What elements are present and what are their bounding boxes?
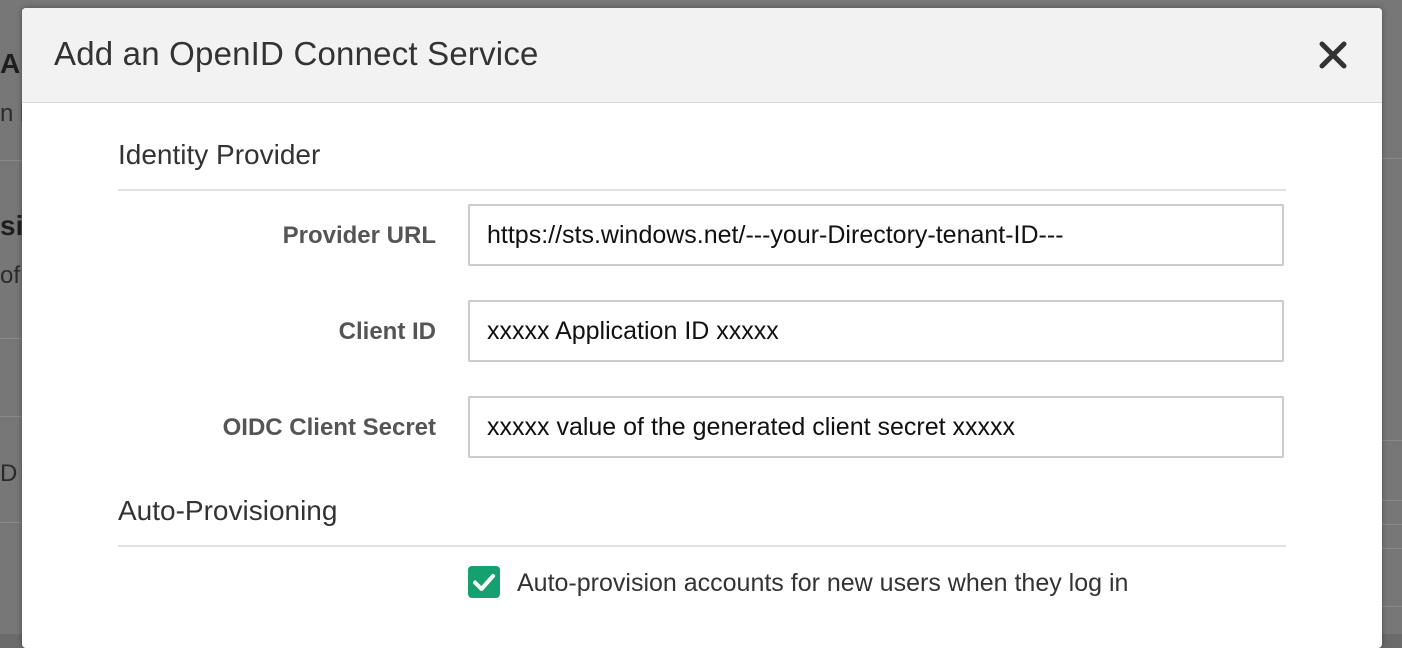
background-divider [0,160,22,161]
background-text: sig [0,210,22,241]
background-divider [1382,524,1402,525]
background-divider [0,522,22,523]
section-divider [118,545,1286,547]
client-id-input[interactable] [468,300,1284,362]
client-secret-input[interactable] [468,396,1284,458]
client-id-label: Client ID [338,318,436,345]
background-divider [0,338,22,339]
background-divider [1382,548,1402,549]
section-divider [118,189,1286,191]
background-text: n le [0,100,22,127]
background-text: Au [0,48,22,79]
modal-title: Add an OpenID Connect Service [54,35,539,72]
background-divider [1382,158,1402,159]
identity-provider-heading: Identity Provider [118,139,321,170]
close-icon [1319,41,1347,69]
auto-provision-label[interactable]: Auto-provision accounts for new users wh… [517,569,1128,598]
background-text: D S [0,460,22,487]
background-divider [0,416,22,417]
openid-connect-modal: Add an OpenID Connect Service Identity P… [22,8,1382,648]
background-divider [1382,500,1402,501]
checkmark-icon [473,574,495,591]
client-secret-label: OIDC Client Secret [222,414,436,441]
provider-url-label: Provider URL [282,222,436,249]
auto-provision-checkbox[interactable] [468,566,500,598]
close-button[interactable] [1316,38,1350,72]
provider-url-input[interactable] [468,204,1284,266]
background-divider [1382,606,1402,607]
modal-header: Add an OpenID Connect Service [22,8,1382,103]
background-divider [1382,440,1402,441]
auto-provisioning-heading: Auto-Provisioning [118,495,338,526]
background-text: of [0,262,21,289]
